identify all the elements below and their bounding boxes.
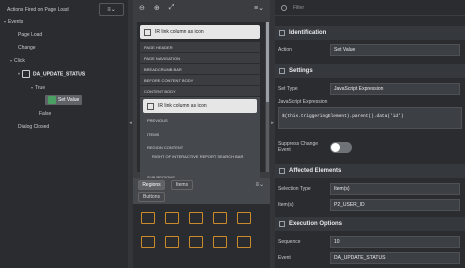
layout-pane: ⊖ ⊕ ⤢ ≡⌄ IR link column as icon PAGE HEA…	[133, 0, 270, 268]
region-gallery	[133, 204, 270, 268]
collapse-icon	[279, 68, 285, 74]
row-js-label: JavaScript Expression	[275, 98, 465, 106]
row-sequence: Sequence 10	[275, 236, 465, 248]
region-ir-link-column[interactable]: IR link column as icon	[140, 25, 260, 39]
tree-dialog-closed[interactable]: Dialog Closed	[18, 124, 49, 130]
row-action: Action Set Value	[275, 44, 465, 56]
toggle-knob	[331, 143, 340, 152]
gallery-tabs: Regions Items Buttons ≡⌄	[133, 178, 270, 204]
region-icon	[144, 28, 151, 36]
row-event: Event DA_UPDATE_STATUS	[275, 252, 465, 264]
tree-change[interactable]: Change	[18, 45, 36, 51]
section-header[interactable]: Identification	[275, 26, 465, 40]
chevron-down-icon[interactable]: ▾	[31, 85, 33, 90]
section-header[interactable]: Execution Options	[275, 217, 465, 231]
tree-set-value[interactable]: Set Value	[45, 95, 83, 106]
suppress-change-label: Suppress Change Event	[278, 141, 319, 153]
row-set-type: Set Type JavaScript Expression	[275, 83, 465, 95]
layout-scrollbar[interactable]	[266, 22, 269, 172]
search-icon	[281, 4, 287, 11]
region-type-icon[interactable]	[213, 236, 227, 248]
collapse-icon	[279, 30, 285, 36]
chevron-down-icon[interactable]: ▾	[10, 58, 12, 63]
sub-region-content[interactable]: REGION CONTENT	[147, 145, 183, 150]
page-layout: IR link column as icon PAGE HEADER PAGE …	[137, 22, 265, 181]
region-icon	[147, 102, 154, 110]
dynamic-action-icon	[22, 70, 31, 78]
scrollbar-thumb[interactable]	[266, 22, 269, 102]
region-type-icon[interactable]	[165, 212, 179, 224]
tab-items[interactable]: Items	[171, 180, 193, 190]
region-ir-link-column-content[interactable]: IR link column as icon	[143, 99, 257, 113]
slot-content-body[interactable]: CONTENT BODY	[140, 86, 260, 96]
region-type-icon[interactable]	[237, 212, 251, 224]
slot-before-content-body[interactable]: BEFORE CONTENT BODY	[140, 75, 260, 85]
chevron-down-icon[interactable]: ▾	[18, 71, 20, 76]
region-type-icon[interactable]	[165, 236, 179, 248]
action-select[interactable]: Set Value	[330, 44, 460, 56]
zoom-in-icon[interactable]: ⊕	[154, 4, 160, 12]
chevron-down-icon[interactable]: ▾	[4, 19, 6, 24]
menu-button[interactable]: ≡⌄	[99, 3, 124, 16]
section-execution-options: Execution Options	[275, 217, 465, 231]
menu-icon: ≡⌄	[107, 7, 116, 13]
collapse-icon	[279, 168, 285, 174]
layout-toolbar: ⊖ ⊕ ⤢ ≡⌄	[133, 0, 270, 16]
region-type-icon[interactable]	[141, 212, 155, 224]
filter-input[interactable]: Filter	[293, 5, 304, 11]
set-type-select[interactable]: JavaScript Expression	[330, 83, 460, 95]
region-type-icon[interactable]	[189, 212, 203, 224]
sub-items[interactable]: ITEMS	[147, 132, 159, 137]
sub-right-of-ir-search-bar[interactable]: RIGHT OF INTERACTIVE REPORT SEARCH BAR	[152, 154, 252, 159]
tab-regions[interactable]: Regions	[138, 180, 165, 190]
items-label: Item(s)	[278, 202, 294, 208]
section-header[interactable]: Affected Elements	[275, 164, 465, 178]
sequence-input[interactable]: 10	[330, 236, 460, 248]
event-label: Event	[278, 255, 291, 261]
collapse-icon	[279, 221, 285, 227]
js-expression-label: JavaScript Expression	[278, 99, 328, 105]
slot-page-navigation[interactable]: PAGE NAVIGATION	[140, 53, 260, 63]
set-type-label: Set Type	[278, 86, 298, 92]
filter-bar[interactable]: Filter	[275, 0, 465, 16]
js-expression-editor[interactable]: $(this.triggeringElement).parent().data(…	[278, 107, 462, 129]
tree-page-load[interactable]: Page Load	[18, 32, 42, 38]
pane-title: Actions Fired on Page Load	[7, 7, 69, 13]
row-items: Item(s) P2_USER_ID	[275, 199, 465, 211]
selection-type-label: Selection Type	[278, 186, 311, 192]
menu-icon[interactable]: ≡⌄	[254, 4, 264, 12]
section-settings: Settings	[275, 64, 465, 78]
gallery-menu-icon[interactable]: ≡⌄	[255, 181, 264, 188]
action-icon	[48, 96, 56, 104]
region-type-icon[interactable]	[213, 212, 227, 224]
region-type-icon[interactable]	[189, 236, 203, 248]
tab-buttons[interactable]: Buttons	[138, 192, 165, 202]
tree-da-update-status[interactable]: ▾ DA_UPDATE_STATUS	[18, 70, 85, 78]
row-selection-type: Selection Type Item(s)	[275, 183, 465, 195]
tree-events[interactable]: ▾ Events	[4, 19, 23, 25]
region-type-icon[interactable]	[237, 236, 251, 248]
suppress-change-toggle[interactable]	[330, 142, 352, 153]
slot-page-header[interactable]: PAGE HEADER	[140, 42, 260, 52]
section-identification: Identification	[275, 26, 465, 40]
row-suppress-change: Suppress Change Event	[275, 140, 465, 156]
sub-previous[interactable]: PREVIOUS	[147, 118, 168, 123]
tree-true[interactable]: ▾ True	[31, 85, 45, 91]
tree-click[interactable]: ▾ Click	[10, 58, 25, 64]
zoom-out-icon[interactable]: ⊖	[139, 4, 145, 12]
expand-icon[interactable]: ⤢	[169, 4, 175, 12]
event-select[interactable]: DA_UPDATE_STATUS	[330, 252, 460, 264]
sequence-label: Sequence	[278, 239, 301, 245]
slot-breadcrumb-bar[interactable]: BREADCRUMB BAR	[140, 64, 260, 74]
action-label: Action	[278, 47, 292, 53]
section-header[interactable]: Settings	[275, 64, 465, 78]
section-affected-elements: Affected Elements	[275, 164, 465, 178]
region-type-icon[interactable]	[141, 236, 155, 248]
property-editor: Filter Identification Action Set Value S…	[275, 0, 465, 268]
items-input[interactable]: P2_USER_ID	[330, 199, 460, 211]
left-pane: Actions Fired on Page Load ≡⌄ ▾ Events Pa…	[0, 0, 128, 268]
tree-false[interactable]: False	[39, 111, 51, 117]
selection-type-select[interactable]: Item(s)	[330, 183, 460, 195]
content-body-area: IR link column as icon PREVIOUS ITEMS RE…	[140, 97, 260, 181]
